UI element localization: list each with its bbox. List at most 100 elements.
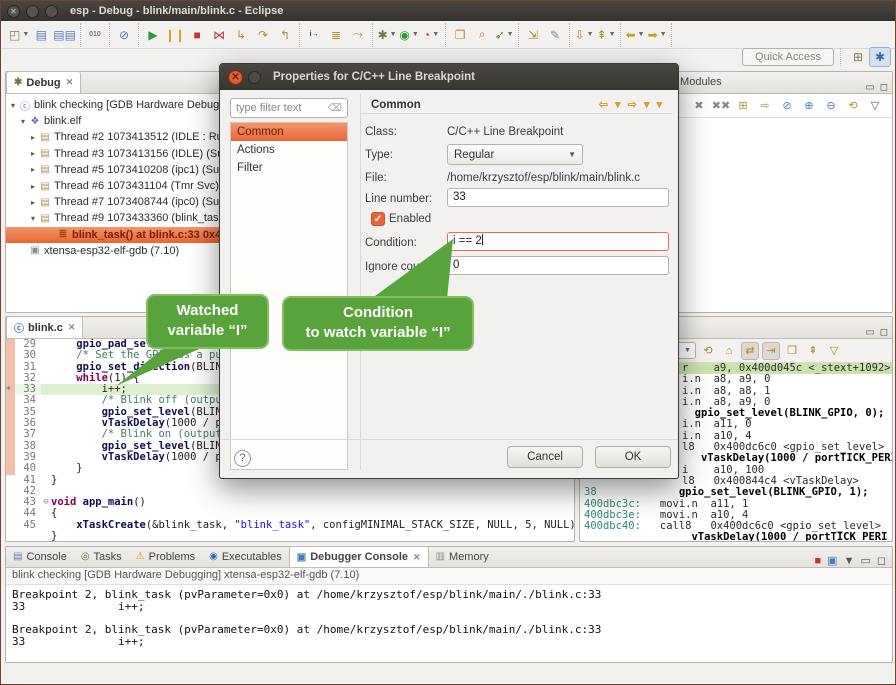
expand-button[interactable]: ⊕ <box>800 97 818 115</box>
disconnect-button[interactable]: ⋈ <box>209 25 229 45</box>
coverage-button[interactable]: ◔▼ <box>421 25 441 45</box>
annotation-button[interactable]: ⇲ <box>523 25 543 45</box>
window-maximize-button[interactable] <box>45 5 58 18</box>
save-button[interactable]: ▤ <box>31 25 51 45</box>
remove-all-button[interactable]: ✖✖ <box>712 97 730 115</box>
tab-console[interactable]: ▤Console <box>6 546 74 567</box>
tree-expander-icon[interactable]: ▾ <box>18 117 28 126</box>
fold-marker[interactable]: ⊖ <box>41 497 51 508</box>
tab-problems[interactable]: ⚠Problems <box>129 546 202 567</box>
dialog-minimize-button[interactable] <box>248 71 261 84</box>
minimize-icon[interactable]: ▭ <box>865 327 874 338</box>
suspend-button[interactable]: ❙❙ <box>165 25 185 45</box>
track-expression-button[interactable]: ⇥ <box>762 342 780 360</box>
external-tools-button[interactable]: ➶▼ <box>494 25 514 45</box>
open-type-button[interactable]: ❐ <box>450 25 470 45</box>
window-minimize-button[interactable] <box>26 5 39 18</box>
show-debug-sources-button[interactable]: ≣ <box>326 25 346 45</box>
condition-input[interactable]: i == 2 <box>447 232 669 251</box>
tree-expander-icon[interactable]: ▾ <box>8 101 18 110</box>
line-number-input[interactable]: 33 <box>447 188 669 207</box>
restore-default-button[interactable]: ⇨ <box>756 97 774 115</box>
cancel-button[interactable]: Cancel <box>507 446 583 468</box>
breakpoint-icon[interactable]: ➜ <box>6 384 10 395</box>
dialog-separator <box>220 439 678 440</box>
dialog-close-button[interactable]: ✕ <box>228 70 243 85</box>
filter-input[interactable]: type filter text ⌫ <box>230 98 348 118</box>
sync-selection-button[interactable]: ⇄ <box>741 342 759 360</box>
close-icon[interactable]: ✕ <box>66 77 74 88</box>
new-wizard-button[interactable]: ◰▼ <box>9 25 29 45</box>
ok-button[interactable]: OK <box>595 446 671 468</box>
resume-button[interactable]: ▶ <box>143 25 163 45</box>
pin-editor-button[interactable]: ⇞▼ <box>596 25 616 45</box>
run-button[interactable]: ◉▼ <box>399 25 419 45</box>
step-return-button[interactable]: ↰ <box>275 25 295 45</box>
home-button[interactable]: ⌂ <box>720 342 738 360</box>
debug-button[interactable]: ✱▼ <box>377 25 397 45</box>
dialog-list-item-common[interactable]: Common <box>231 123 347 141</box>
maximize-icon[interactable]: ◻ <box>880 82 888 93</box>
display-console-button[interactable]: ▣ <box>827 554 837 567</box>
terminate-console-button[interactable]: ■ <box>815 555 822 567</box>
skip-breakpoints-button[interactable]: ⊘ <box>114 25 134 45</box>
minimize-icon[interactable]: ▭ <box>865 82 874 93</box>
tab-executables[interactable]: ◉Executables <box>202 546 289 567</box>
tab-blink-c[interactable]: ⓒ blink.c ✕ <box>6 316 83 338</box>
maximize-icon[interactable]: ◻ <box>880 327 888 338</box>
tab-tasks[interactable]: ◎Tasks <box>74 546 129 567</box>
tab-memory[interactable]: ▥Memory <box>429 546 496 567</box>
tree-expander-icon[interactable]: ▸ <box>28 165 38 174</box>
maximize-icon[interactable]: ◻ <box>877 554 886 567</box>
pin-view-button[interactable]: ⇞ <box>804 342 822 360</box>
instruction-stepping-button[interactable]: i→ <box>304 25 324 45</box>
step-into-button[interactable]: ↳ <box>231 25 251 45</box>
dialog-list-item-filter[interactable]: Filter <box>231 159 347 177</box>
tree-expander-icon[interactable]: ▸ <box>28 149 38 158</box>
search-button[interactable]: ⌕ <box>472 25 492 45</box>
disable-button[interactable]: ⊘ <box>778 97 796 115</box>
type-dropdown[interactable]: Regular ▼ <box>447 144 583 165</box>
tree-expander-icon[interactable]: ▾ <box>28 214 38 223</box>
quick-access-button[interactable]: Quick Access <box>742 48 834 66</box>
view-menu-button[interactable]: ▽ <box>825 342 843 360</box>
remove-selected-button[interactable]: ✖ <box>690 97 708 115</box>
tab-debug[interactable]: ✱ Debug ✕ <box>6 71 81 93</box>
tree-expander-icon[interactable]: ▸ <box>28 182 38 191</box>
console-line: 33 i++; <box>12 636 886 648</box>
fold-marker <box>41 531 51 541</box>
open-perspective-button[interactable]: ⊞ <box>847 47 869 67</box>
step-over-button[interactable]: ↷ <box>253 25 273 45</box>
dialog-nav-arrows[interactable]: ⇦ ▾ ⇨ ▾ ▾ <box>599 98 664 111</box>
tree-expander-icon[interactable]: ▸ <box>28 133 38 142</box>
mark-occurrences-button[interactable]: ✎ <box>545 25 565 45</box>
enabled-checkbox[interactable]: ✓ <box>371 212 385 226</box>
layout-button[interactable]: ⟲ <box>844 97 862 115</box>
console-menu-button[interactable]: ▼ <box>844 555 855 567</box>
binary-button[interactable]: 010 <box>85 25 105 45</box>
refresh-button[interactable]: ⟲ <box>699 342 717 360</box>
help-button[interactable]: ? <box>234 450 251 467</box>
minimize-icon[interactable]: ▭ <box>860 554 870 567</box>
use-step-filters-button[interactable]: ⤳ <box>348 25 368 45</box>
close-icon[interactable]: ✕ <box>68 322 76 333</box>
tab-debugger-console[interactable]: ▣Debugger Console✕ <box>289 546 429 567</box>
collapse-button[interactable]: ⊖ <box>822 97 840 115</box>
back-button[interactable]: ⬅▼ <box>625 25 645 45</box>
view-menu-button[interactable]: ▽ <box>866 97 884 115</box>
console-output[interactable]: Breakpoint 2, blink_task (pvParameter=0x… <box>6 585 892 652</box>
clear-filter-icon[interactable]: ⌫ <box>328 103 342 114</box>
step-into-icon: ↳ <box>236 28 246 42</box>
ignore-count-input[interactable]: 0 <box>447 256 669 275</box>
dialog-list-item-actions[interactable]: Actions <box>231 141 347 159</box>
add-register-group-button[interactable]: ⊞ <box>734 97 752 115</box>
new-view-button[interactable]: ❐ <box>783 342 801 360</box>
terminate-button[interactable]: ■ <box>187 25 207 45</box>
window-close-button[interactable]: ✕ <box>7 5 20 18</box>
tree-expander-icon[interactable]: ▸ <box>28 198 38 207</box>
last-edit-button[interactable]: ⇩▼ <box>574 25 594 45</box>
save-all-button[interactable]: ▤▤ <box>53 25 76 45</box>
debug-perspective-button[interactable]: ✱ <box>869 47 891 67</box>
close-icon[interactable]: ✕ <box>413 552 421 563</box>
forward-button[interactable]: ➡▼ <box>647 25 667 45</box>
